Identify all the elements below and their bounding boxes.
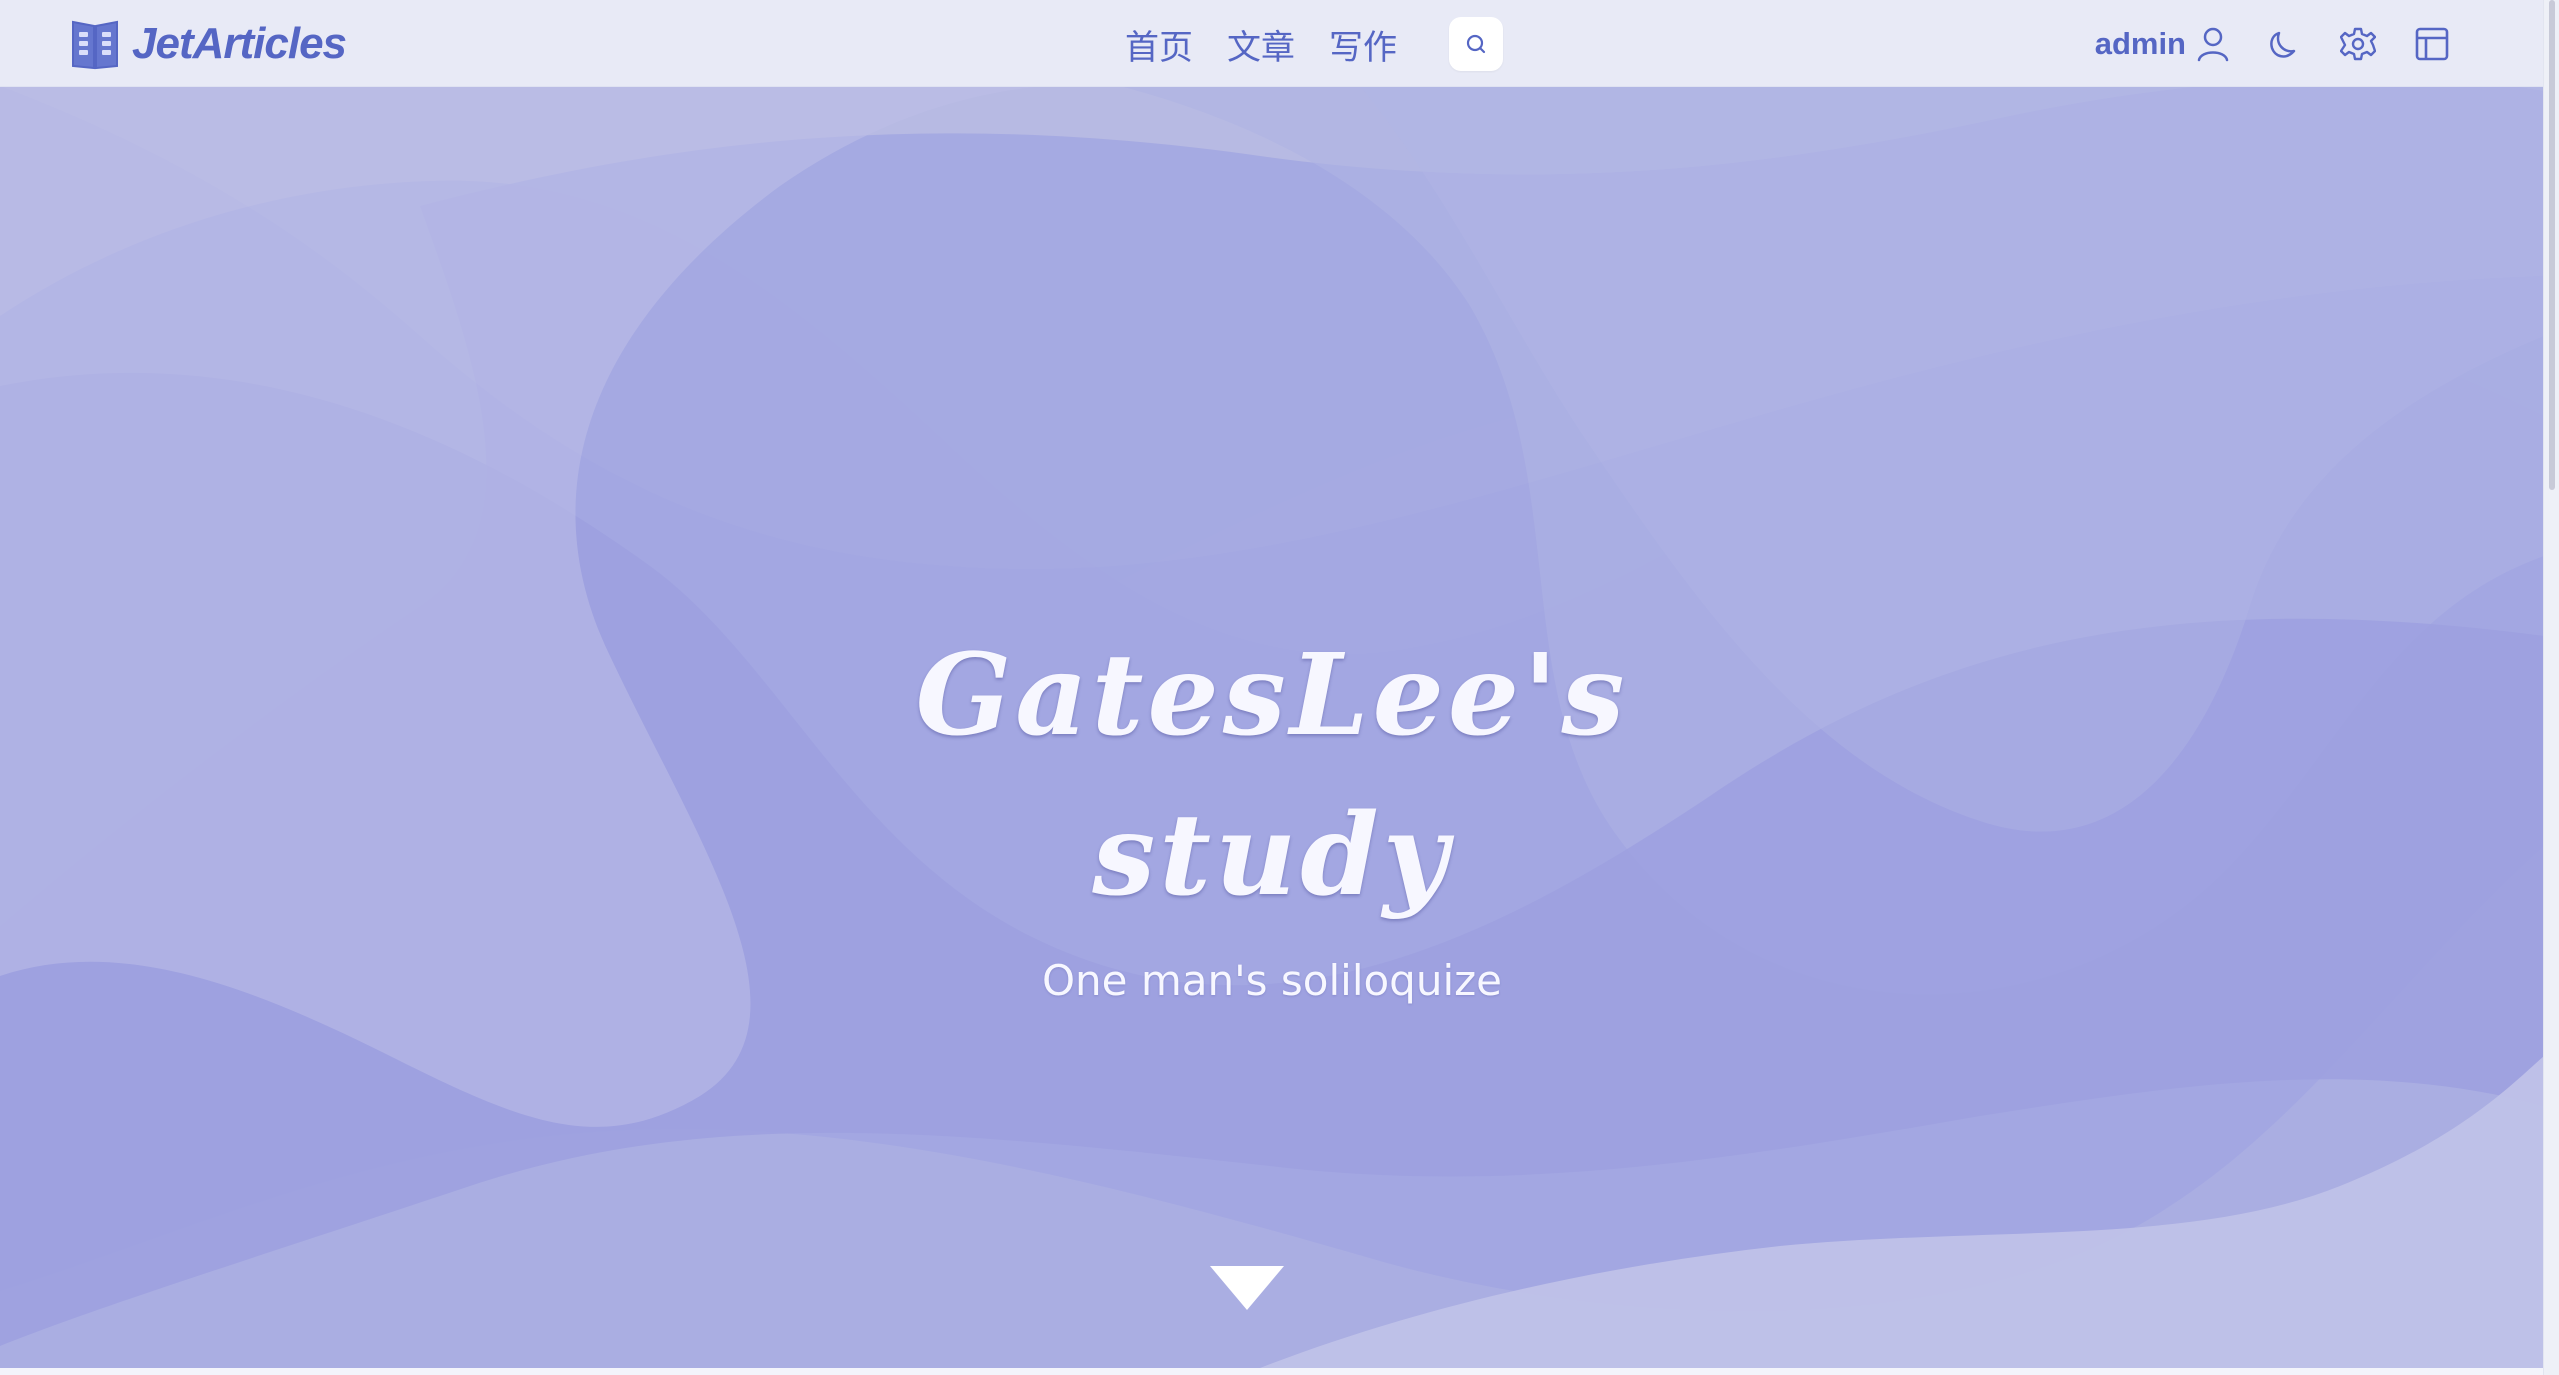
settings-button[interactable] [2338,24,2378,64]
theme-toggle-button[interactable] [2264,24,2304,64]
hero-title: GatesLee's study [872,616,1672,936]
brand-logo-link[interactable]: JetArticles [70,18,347,70]
nav-articles-link[interactable]: 文章 [1227,20,1295,69]
layout-button[interactable] [2412,24,2452,64]
page: JetArticles 首页 文章 写作 admin GatesLee's st… [0,0,2559,1375]
user-icon [2197,27,2229,62]
brand-name: JetArticles [132,19,347,68]
top-navbar: JetArticles 首页 文章 写作 admin [0,0,2544,87]
main-navigation: 首页 文章 写作 [1125,17,1503,71]
scrollbar-thumb[interactable] [2549,0,2555,490]
hero-title-line-1: GatesLee's [915,630,1629,762]
user-menu[interactable]: admin [2095,26,2230,62]
vertical-scrollbar[interactable] [2543,0,2559,1375]
hero-subtitle: One man's soliloquize [1041,956,1503,1005]
search-button[interactable] [1449,17,1503,71]
user-actions: admin [2095,20,2452,68]
bottom-page-edge [0,1368,2544,1375]
moon-icon [2270,31,2296,58]
open-book-icon [72,20,118,70]
hero-title-line-2: study [1092,790,1452,922]
layout-icon [2415,27,2449,61]
search-icon [1466,34,1486,54]
nav-home-link[interactable]: 首页 [1125,20,1193,69]
triangle-down-icon[interactable] [1210,1266,1284,1310]
nav-write-link[interactable]: 写作 [1329,20,1397,69]
hero-banner: GatesLee's study One man's soliloquize [0,86,2544,1368]
username: admin [2094,26,2186,61]
gear-icon [2340,27,2376,61]
